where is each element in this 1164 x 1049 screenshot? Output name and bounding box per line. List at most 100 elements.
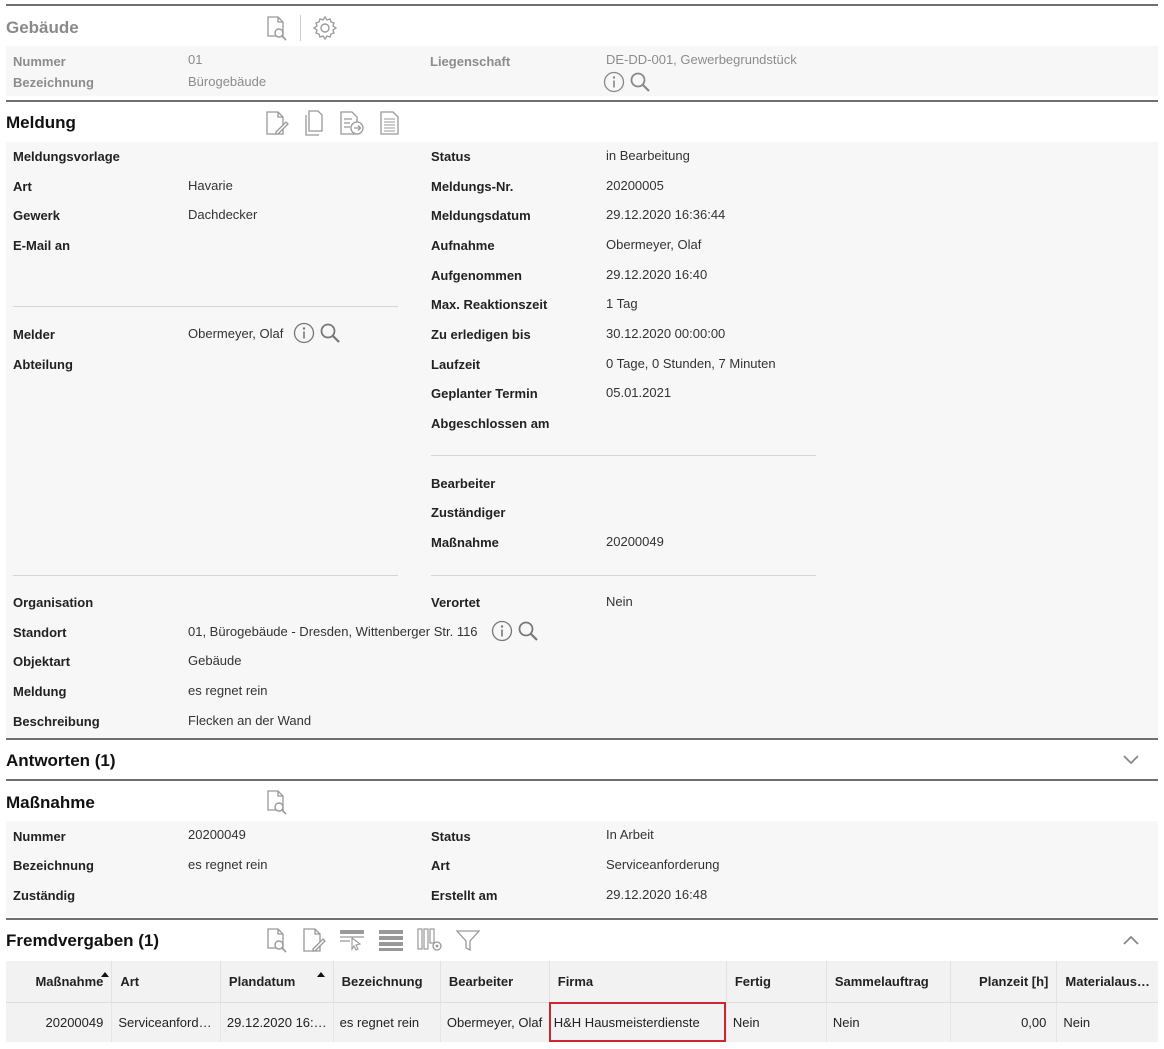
column-header-plandatum[interactable]: Plandatum <box>220 961 334 1002</box>
toolbar-separator <box>300 15 301 41</box>
organisation-label: Organisation <box>13 595 94 610</box>
column-header-materialausgabe[interactable]: Materialaus… <box>1056 961 1158 1002</box>
edit-document-icon[interactable] <box>264 109 290 137</box>
mn-nummer-label: Nummer <box>13 829 66 844</box>
mn-art-value: Serviceanforderung <box>606 857 720 872</box>
filter-icon[interactable] <box>455 927 481 953</box>
sort-ascending-icon <box>316 972 325 977</box>
gebaeude-liegenschaft-label: Liegenschaft <box>430 54 511 69</box>
table-row[interactable]: 20200049 Serviceanford… 29.12.2020 16:… … <box>6 1001 1158 1042</box>
antworten-title: Antworten (1) <box>6 751 116 770</box>
meldungsdatum-value: 29.12.2020 16:36:44 <box>606 207 726 222</box>
column-header-fertig[interactable]: Fertig <box>726 961 827 1002</box>
table-header-row: Maßnahme Art Plandatum Bezeichnung Bearb… <box>6 961 1158 1002</box>
abteilung-label: Abteilung <box>13 357 73 372</box>
column-header-sammelauftrag[interactable]: Sammelauftrag <box>826 961 952 1002</box>
meldung-text-value: es regnet rein <box>188 683 268 698</box>
cell-fertig: Nein <box>726 1001 827 1042</box>
document-search-icon[interactable] <box>264 15 290 41</box>
cell-materialausgabe: Nein <box>1056 1001 1158 1042</box>
laufzeit-value: 0 Tage, 0 Stunden, 7 Minuten <box>606 356 776 371</box>
info-icon[interactable] <box>491 620 513 645</box>
column-header-planzeit[interactable]: Planzeit [h] <box>950 961 1058 1002</box>
massnahme-section: Maßnahme <box>6 779 1158 821</box>
search-icon[interactable] <box>319 322 341 347</box>
chevron-up-icon[interactable] <box>1122 934 1140 951</box>
gebaeude-body <box>6 46 1158 96</box>
left-divider-2 <box>13 575 398 576</box>
cell-sammelauftrag: Nein <box>826 1001 952 1042</box>
antworten-section[interactable]: Antworten (1) <box>6 738 1158 778</box>
reaktionszeit-value: 1 Tag <box>606 296 638 311</box>
meldungs-nr-value: 20200005 <box>606 178 664 193</box>
standort-label: Standort <box>13 625 67 640</box>
list-rows-icon[interactable] <box>377 927 405 953</box>
standort-value: 01, Bürogebäude - Dresden, Wittenberger … <box>188 624 478 639</box>
info-icon[interactable] <box>293 322 315 347</box>
termin-label: Geplanter Termin <box>431 386 538 401</box>
cell-firma[interactable]: H&H Hausmeisterdienste <box>549 1001 727 1042</box>
massnahme-title: Maßnahme <box>6 793 95 812</box>
erledigen-label: Zu erledigen bis <box>431 327 531 342</box>
aufnahme-label: Aufnahme <box>431 238 495 253</box>
gear-icon[interactable] <box>311 14 339 42</box>
meldung-title: Meldung <box>6 113 76 132</box>
bearbeiter-label: Bearbeiter <box>431 476 496 491</box>
gewerk-value: Dachdecker <box>188 207 258 222</box>
column-header-bezeichnung[interactable]: Bezeichnung <box>333 961 441 1002</box>
column-header-bearbeiter[interactable]: Bearbeiter <box>440 961 550 1002</box>
document-search-icon[interactable] <box>264 927 290 953</box>
melder-value: Obermeyer, Olaf <box>188 326 284 341</box>
verortet-value: Nein <box>606 594 633 609</box>
mn-zustaendig-label: Zuständig <box>13 888 76 903</box>
laufzeit-label: Laufzeit <box>431 357 481 372</box>
objektart-label: Objektart <box>13 654 71 669</box>
meldung-section: Meldung <box>6 100 1158 142</box>
gewerk-label: Gewerk <box>13 208 60 223</box>
cell-massnahme: 20200049 <box>6 1001 113 1042</box>
erledigen-value: 30.12.2020 00:00:00 <box>606 326 726 341</box>
right-divider-1 <box>431 455 816 456</box>
chevron-down-icon[interactable] <box>1122 752 1140 769</box>
mn-nummer-value: 20200049 <box>188 827 246 842</box>
meldung-text-label: Meldung <box>13 684 67 699</box>
report-icon[interactable] <box>378 109 402 137</box>
gebaeude-section: Gebäude <box>6 4 1158 46</box>
info-icon[interactable] <box>603 71 625 96</box>
aufgenommen-value: 29.12.2020 16:40 <box>606 267 708 282</box>
meldung-body <box>6 142 1158 738</box>
edit-document-icon[interactable] <box>301 927 327 953</box>
gebaeude-nummer-value: 01 <box>188 52 203 67</box>
column-settings-icon[interactable] <box>416 927 444 953</box>
copy-icon[interactable] <box>302 109 326 137</box>
export-document-icon[interactable] <box>338 109 366 137</box>
search-icon[interactable] <box>629 71 651 96</box>
column-header-art[interactable]: Art <box>111 961 221 1002</box>
status-label: Status <box>431 149 471 164</box>
search-icon[interactable] <box>517 620 539 645</box>
select-row-icon[interactable] <box>338 927 366 953</box>
beschreibung-label: Beschreibung <box>13 714 100 729</box>
cell-planzeit: 0,00 <box>950 1001 1058 1042</box>
sort-ascending-icon <box>101 972 110 977</box>
column-header-massnahme[interactable]: Maßnahme <box>6 961 113 1002</box>
cell-bearbeiter: Obermeyer, Olaf <box>440 1001 550 1042</box>
left-divider-1 <box>13 306 398 307</box>
email-label: E-Mail an <box>13 238 71 253</box>
mn-bezeichnung-label: Bezeichnung <box>13 858 94 873</box>
mn-bezeichnung-value: es regnet rein <box>188 857 268 872</box>
massnahme-label: Maßnahme <box>431 535 499 550</box>
gebaeude-bezeichnung-value: Bürogebäude <box>188 74 267 89</box>
meldungsdatum-label: Meldungsdatum <box>431 208 531 223</box>
mn-status-value: In Arbeit <box>606 827 654 842</box>
fremdvergaben-section: Fremdvergaben (1) <box>6 918 1158 961</box>
fremdvergaben-table: Maßnahme Art Plandatum Bezeichnung Bearb… <box>6 961 1158 1042</box>
gebaeude-bezeichnung-label: Bezeichnung <box>13 75 94 90</box>
gebaeude-title: Gebäude <box>6 18 79 37</box>
cell-bezeichnung: es regnet rein <box>333 1001 441 1042</box>
zustaendiger-label: Zuständiger <box>431 505 506 520</box>
column-header-firma[interactable]: Firma <box>549 961 727 1002</box>
document-search-icon[interactable] <box>264 789 290 815</box>
objektart-value: Gebäude <box>188 653 242 668</box>
meldungsvorlage-label: Meldungsvorlage <box>13 149 120 164</box>
